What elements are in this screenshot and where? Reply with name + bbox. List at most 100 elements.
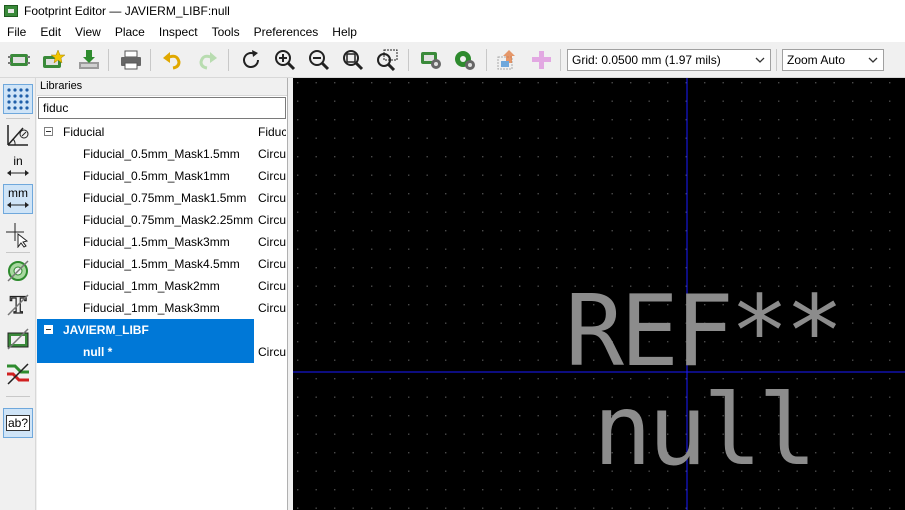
grid-dots-icon [7, 88, 29, 110]
footprint-properties-button[interactable] [418, 47, 444, 73]
menu-bar: File Edit View Place Inspect Tools Prefe… [0, 22, 905, 42]
pad-settings-icon [455, 51, 475, 70]
units-mm-button[interactable]: mm [3, 184, 33, 214]
footprint-name: Fiducial_0.5mm_Mask1mm [83, 169, 230, 183]
zoom-out-button[interactable] [306, 47, 332, 73]
library-name: JAVIERM_LIBF [63, 323, 149, 337]
zoom-fit-button[interactable] [340, 47, 366, 73]
footprint-desc: Circular [258, 345, 286, 359]
library-name: Fiducial [63, 125, 105, 139]
menu-place[interactable]: Place [108, 22, 152, 42]
app-icon [4, 5, 18, 17]
list-item[interactable]: Fiducial_0.5mm_Mask1mm Circular [37, 165, 287, 187]
footprint-outline-icon [7, 328, 29, 350]
zoom-out-icon [309, 50, 330, 71]
insert-into-board-button[interactable] [528, 47, 554, 73]
units-mm-label: mm [8, 186, 28, 200]
crosshair-cursor-icon [6, 223, 29, 248]
chevron-down-icon [754, 50, 766, 70]
double-arrow-icon [7, 202, 29, 208]
import-icon [79, 50, 99, 69]
refresh-icon [243, 50, 260, 69]
footprint-desc: Circular [258, 257, 286, 271]
menu-inspect[interactable]: Inspect [152, 22, 205, 42]
grid-toggle-button[interactable] [3, 84, 33, 114]
pad-properties-button[interactable] [452, 47, 478, 73]
footprint-name: Fiducial_1.5mm_Mask3mm [83, 235, 230, 249]
footprint-name: Fiducial_1mm_Mask3mm [83, 301, 220, 315]
redo-icon [199, 52, 217, 70]
chevron-down-icon [867, 50, 879, 70]
zoom-area-icon [377, 49, 398, 71]
value-text[interactable]: null [593, 374, 817, 488]
list-item[interactable]: Fiducial_0.75mm_Mask1.5mm Circular [37, 187, 287, 209]
libraries-panel: Libraries fiduc Fiducial Fiducial Fiduci… [37, 78, 288, 510]
high-contrast-button[interactable] [3, 358, 33, 388]
redraw-button[interactable] [238, 47, 264, 73]
zoom-select[interactable]: Zoom Auto [782, 49, 884, 71]
new-footprint-button[interactable] [6, 47, 32, 73]
collapse-icon[interactable] [44, 127, 53, 136]
menu-edit[interactable]: Edit [33, 22, 68, 42]
double-arrow-icon [7, 170, 29, 176]
footprint-desc: Circular [258, 191, 286, 205]
main-toolbar: Grid: 0.0500 mm (1.97 mils) Zoom Auto [0, 42, 905, 78]
menu-file[interactable]: File [0, 22, 33, 42]
grid-select-value: Grid: 0.0500 mm (1.97 mils) [572, 53, 721, 67]
footprint-name: Fiducial_1mm_Mask2mm [83, 279, 220, 293]
text-outline-icon: T [7, 292, 29, 318]
text-tool-label: ab? [5, 415, 31, 431]
units-inch-button[interactable]: in [3, 152, 33, 182]
list-item[interactable]: Fiducial_1mm_Mask3mm Circular [37, 297, 287, 319]
footprint-desc: Circular [258, 235, 286, 249]
menu-help[interactable]: Help [325, 22, 364, 42]
editor-canvas[interactable]: REF** null [293, 78, 905, 510]
zoom-select-value: Zoom Auto [787, 53, 846, 67]
footprint-icon [8, 54, 30, 66]
zoom-selection-button[interactable] [374, 47, 400, 73]
library-group-fiducial[interactable]: Fiducial Fiducial [37, 121, 287, 143]
library-tree: Fiducial Fiducial Fiducial_0.5mm_Mask1.5… [37, 121, 287, 363]
zoom-in-button[interactable] [272, 47, 298, 73]
text-properties-button[interactable]: ab? [3, 408, 33, 438]
load-from-board-button[interactable] [494, 47, 520, 73]
library-search-input[interactable]: fiduc [38, 97, 286, 119]
undo-button[interactable] [160, 47, 186, 73]
footprint-name: Fiducial_1.5mm_Mask4.5mm [83, 257, 240, 271]
collapse-icon[interactable] [44, 325, 53, 334]
print-button[interactable] [118, 47, 144, 73]
units-inch-label: in [13, 154, 23, 168]
footprint-name: Fiducial_0.75mm_Mask2.25mm [83, 213, 254, 227]
graphic-sketch-button[interactable] [3, 324, 33, 354]
footprint-desc: Circular [258, 169, 286, 183]
cursor-shape-button[interactable] [3, 220, 33, 250]
footprint-desc: Circular [258, 147, 286, 161]
list-item[interactable]: Fiducial_1.5mm_Mask4.5mm Circular [37, 253, 287, 275]
reference-text[interactable]: REF** [565, 275, 844, 389]
library-group-javierm-libf[interactable]: JAVIERM_LIBF [37, 319, 287, 341]
redo-button[interactable] [194, 47, 220, 73]
title-bar: Footprint Editor — JAVIERM_LIBF:null [0, 0, 905, 22]
list-item[interactable]: Fiducial_1mm_Mask2mm Circular [37, 275, 287, 297]
text-sketch-button[interactable]: T [3, 290, 33, 320]
list-item[interactable]: Fiducial_0.5mm_Mask1.5mm Circular [37, 143, 287, 165]
menu-tools[interactable]: Tools [205, 22, 247, 42]
window-title: Footprint Editor — JAVIERM_LIBF:null [24, 4, 230, 18]
list-item[interactable]: Fiducial_0.75mm_Mask2.25mm Circular [37, 209, 287, 231]
import-footprint-button[interactable] [76, 47, 102, 73]
menu-view[interactable]: View [68, 22, 108, 42]
pad-outline-icon [7, 260, 29, 282]
list-item[interactable]: null * Circular [37, 341, 287, 363]
menu-preferences[interactable]: Preferences [247, 22, 326, 42]
footprint-desc: Circular [258, 213, 286, 227]
add-plus-icon [532, 51, 551, 69]
polar-coords-button[interactable] [3, 120, 33, 150]
pad-sketch-button[interactable] [3, 256, 33, 286]
list-item[interactable]: Fiducial_1.5mm_Mask3mm Circular [37, 231, 287, 253]
grid-select[interactable]: Grid: 0.0500 mm (1.97 mils) [567, 49, 771, 71]
footprint-name: null * [83, 345, 113, 359]
contrast-tracks-icon [7, 363, 29, 385]
create-footprint-wizard-button[interactable] [40, 47, 66, 73]
left-toolbar: in mm T ab? [0, 78, 36, 510]
footprint-desc: Circular [258, 279, 286, 293]
